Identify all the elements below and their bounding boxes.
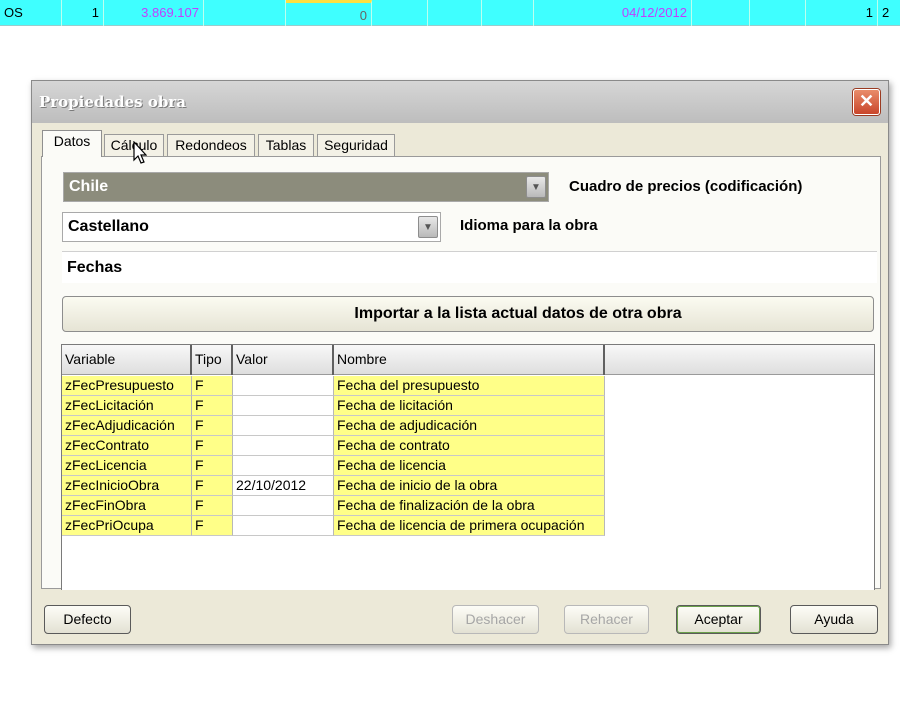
close-icon: ✕: [858, 91, 875, 111]
bg-cell-code: OS: [0, 0, 62, 26]
tab-seguridad[interactable]: Seguridad: [317, 134, 395, 156]
cell-tipo[interactable]: F: [192, 376, 233, 396]
accept-button[interactable]: Aceptar: [676, 605, 761, 634]
bg-cell-count: 1: [806, 0, 878, 26]
bg-cell-number: 1: [62, 0, 104, 26]
tab-datos[interactable]: Datos: [42, 130, 102, 157]
language-label: Idioma para la obra: [460, 217, 598, 234]
cell-valor[interactable]: [233, 396, 334, 416]
language-combo[interactable]: Castellano ▼: [62, 212, 441, 242]
redo-button[interactable]: Rehacer: [564, 605, 649, 634]
cell-tipo[interactable]: F: [192, 456, 233, 476]
properties-dialog: Propiedades obra ✕ Datos Cálculo Redonde…: [31, 80, 889, 645]
cell-tipo[interactable]: F: [192, 396, 233, 416]
background-spreadsheet-row: OS 1 3.869.107 0 04/12/2012 1 2: [0, 0, 900, 26]
cell-nombre[interactable]: Fecha de adjudicación: [334, 416, 605, 436]
bg-cell-empty-6: [750, 0, 806, 26]
cell-variable[interactable]: zFecInicioObra: [62, 476, 192, 496]
cell-variable[interactable]: zFecPresupuesto: [62, 376, 192, 396]
cell-nombre[interactable]: Fecha de licencia: [334, 456, 605, 476]
dialog-titlebar[interactable]: Propiedades obra ✕: [32, 81, 888, 123]
tab-redondeos[interactable]: Redondeos: [167, 134, 255, 156]
bg-cell-empty-5: [692, 0, 750, 26]
dialog-title: Propiedades obra: [39, 93, 186, 111]
bg-cell-empty-4: [482, 0, 534, 26]
cell-nombre[interactable]: Fecha de contrato: [334, 436, 605, 456]
help-button[interactable]: Ayuda: [790, 605, 878, 634]
cell-nombre[interactable]: Fecha de inicio de la obra: [334, 476, 605, 496]
close-button[interactable]: ✕: [853, 89, 880, 115]
cell-variable[interactable]: zFecLicencia: [62, 456, 192, 476]
bg-cell-empty-3: [428, 0, 482, 26]
price-table-combo[interactable]: Chile ▼: [63, 172, 549, 202]
cell-variable[interactable]: zFecLicitación: [62, 396, 192, 416]
bg-cell-page: 2: [882, 5, 890, 20]
cell-nombre[interactable]: Fecha de licencia de primera ocupación: [334, 516, 605, 536]
dates-section-title: Fechas: [67, 259, 123, 276]
bg-cell-date: 04/12/2012: [534, 0, 692, 26]
header-variable[interactable]: Variable: [62, 345, 192, 375]
undo-button[interactable]: Deshacer: [452, 605, 539, 634]
cell-nombre[interactable]: Fecha de licitación: [334, 396, 605, 416]
cell-variable[interactable]: zFecPriOcupa: [62, 516, 192, 536]
price-table-label: Cuadro de precios (codificación): [569, 178, 803, 195]
header-nombre[interactable]: Nombre: [334, 345, 605, 375]
import-data-button[interactable]: Importar a la lista actual datos de otra…: [62, 296, 874, 332]
header-valor[interactable]: Valor: [233, 345, 334, 375]
cell-nombre[interactable]: Fecha del presupuesto: [334, 376, 605, 396]
price-table-value: Chile: [69, 178, 109, 195]
cell-valor[interactable]: [233, 456, 334, 476]
bg-cell-empty-1: [204, 0, 286, 26]
cell-tipo[interactable]: F: [192, 436, 233, 456]
cell-variable[interactable]: zFecContrato: [62, 436, 192, 456]
default-button[interactable]: Defecto: [44, 605, 131, 634]
cell-valor[interactable]: [233, 496, 334, 516]
cell-tipo[interactable]: F: [192, 516, 233, 536]
bg-cell-amount: 3.869.107: [104, 0, 204, 26]
chevron-down-icon[interactable]: ▼: [526, 176, 546, 198]
language-value: Castellano: [68, 218, 149, 235]
mouse-pointer-icon: [133, 141, 147, 164]
cell-valor[interactable]: [233, 376, 334, 396]
grid-header: Variable Tipo Valor Nombre: [62, 345, 874, 375]
bg-cell-empty-2: [372, 0, 428, 26]
cell-valor[interactable]: [233, 516, 334, 536]
cell-valor[interactable]: [233, 416, 334, 436]
chevron-down-icon[interactable]: ▼: [418, 216, 438, 238]
cell-tipo[interactable]: F: [192, 416, 233, 436]
cell-nombre[interactable]: Fecha de finalización de la obra: [334, 496, 605, 516]
tab-tablas[interactable]: Tablas: [258, 134, 314, 156]
cell-variable[interactable]: zFecAdjudicación: [62, 416, 192, 436]
dates-section-header: Fechas: [62, 251, 877, 283]
cell-tipo[interactable]: F: [192, 496, 233, 516]
header-tipo[interactable]: Tipo: [192, 345, 233, 375]
cell-variable[interactable]: zFecFinObra: [62, 496, 192, 516]
bg-cell-zero: 0: [286, 0, 372, 26]
cell-valor[interactable]: 22/10/2012: [233, 476, 334, 496]
cell-valor[interactable]: [233, 436, 334, 456]
cell-tipo[interactable]: F: [192, 476, 233, 496]
dates-grid: Variable Tipo Valor Nombre zFecPresupues…: [61, 344, 875, 590]
